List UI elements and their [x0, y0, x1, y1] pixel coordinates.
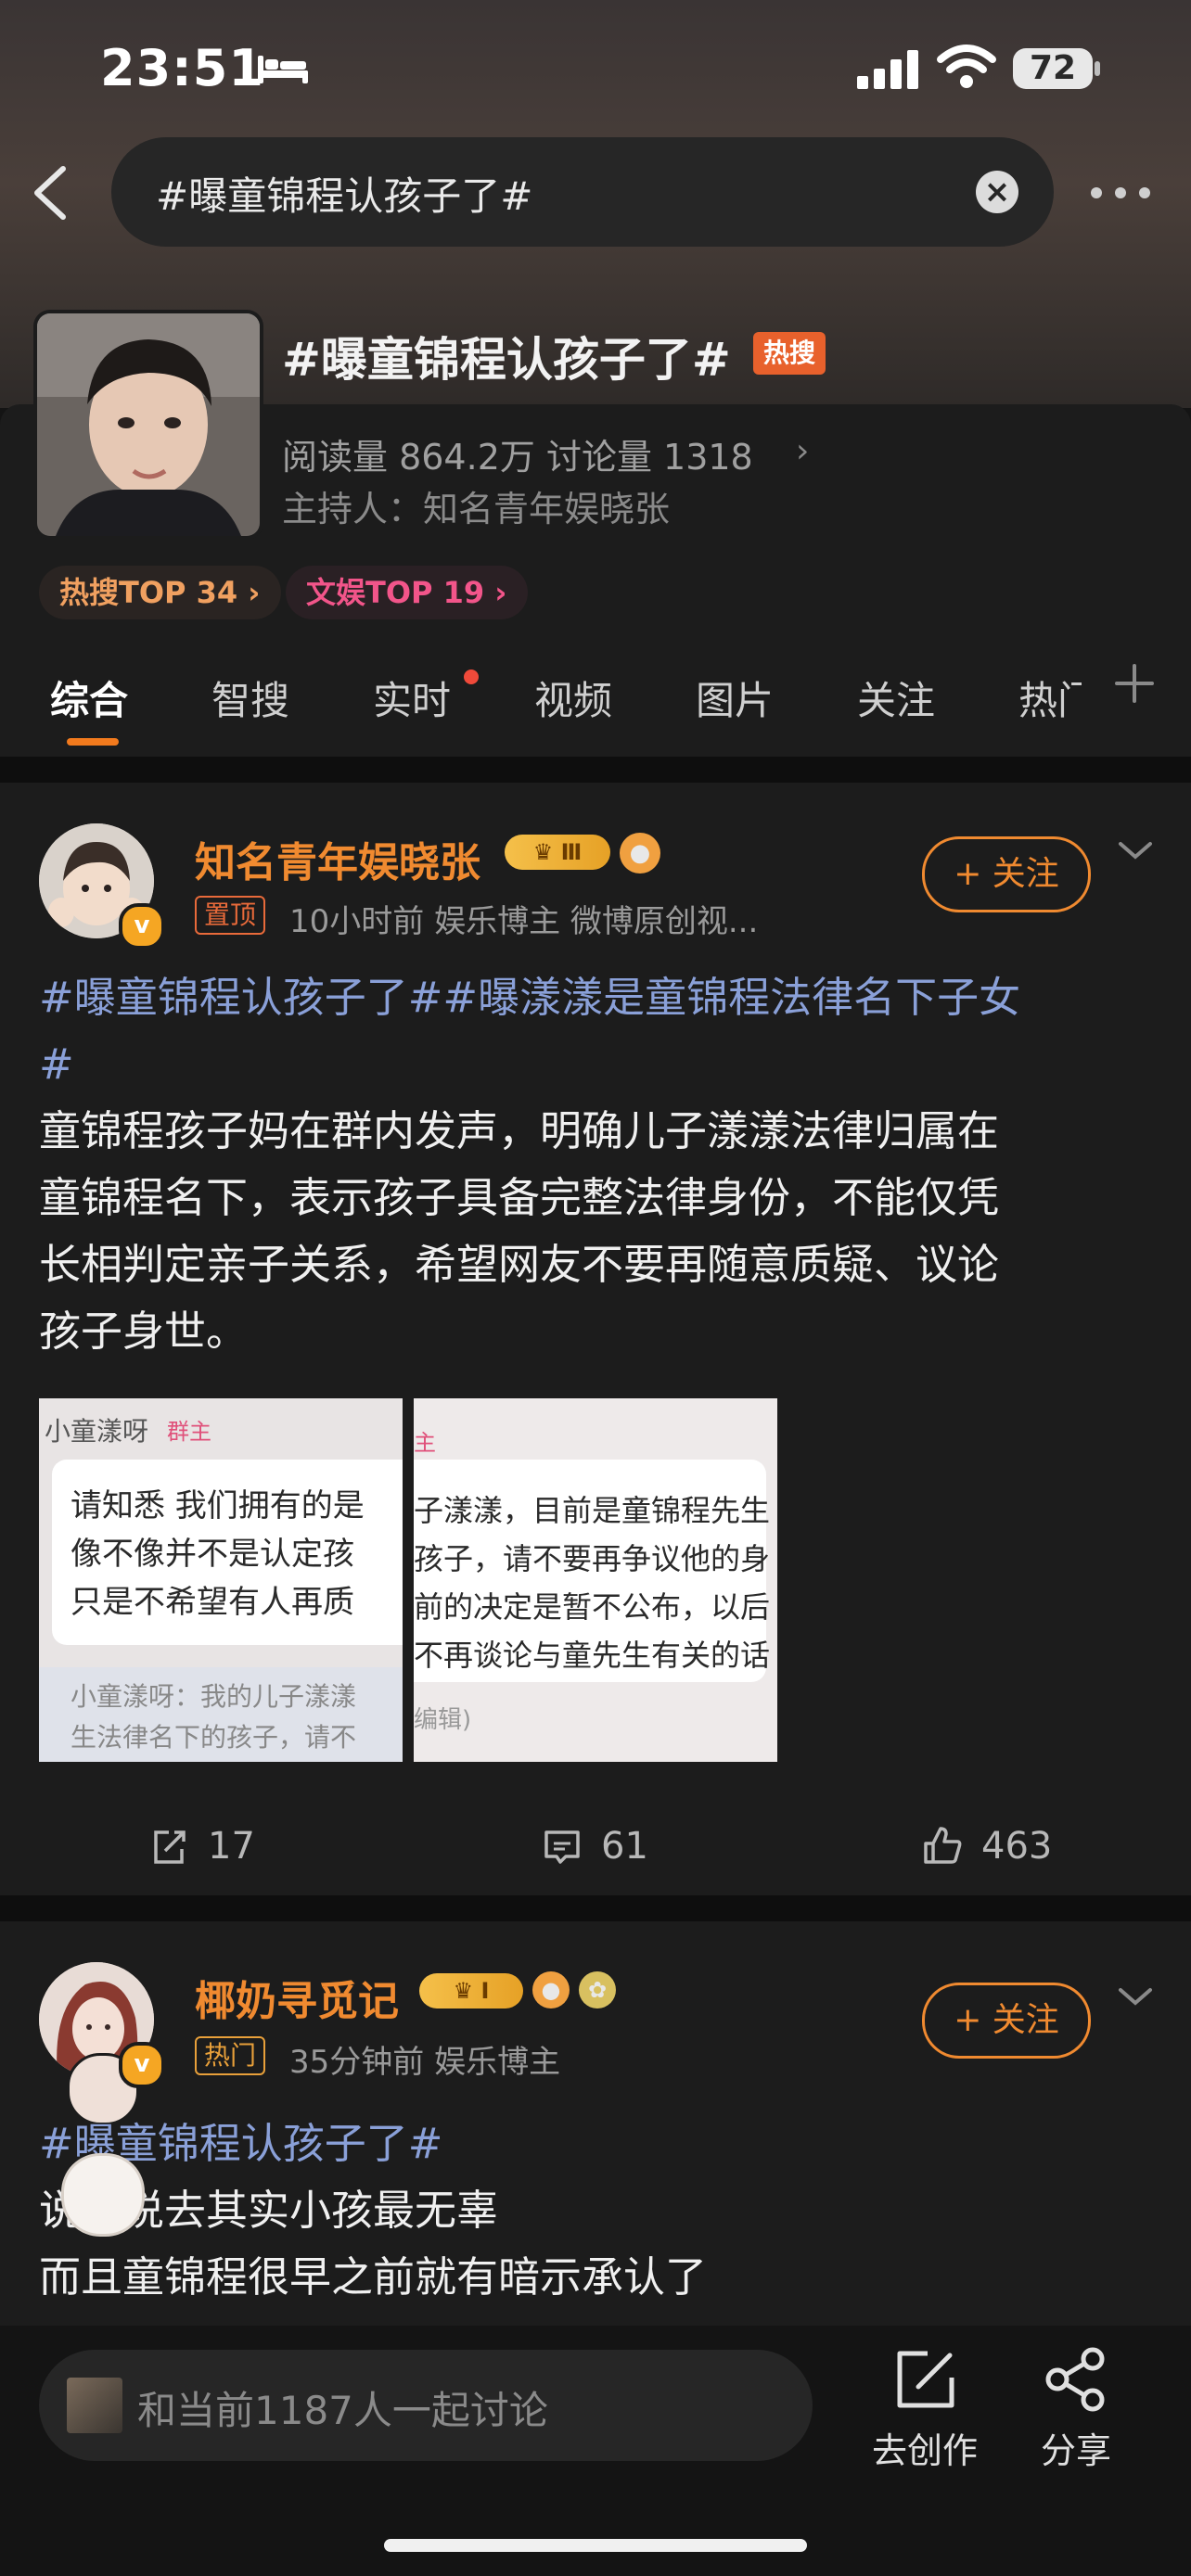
post-body-line: 而且童锦程很早之前就有暗示承认了 — [39, 2252, 708, 2302]
chat-line: 不再谈论与童先生有关的话 — [414, 1638, 771, 1673]
compose-icon[interactable] — [892, 2346, 959, 2413]
tab-comprehensive[interactable]: 综合 — [50, 670, 128, 726]
tab-smart-search[interactable]: 智搜 — [211, 670, 289, 726]
topic-stats[interactable]: 阅读量 864.2万 讨论量 1318 — [282, 428, 753, 479]
quote-line: 生法律名下的孩子，请不 — [70, 1722, 357, 1753]
chat-line: 孩子，请不要再争议他的身 — [414, 1541, 771, 1576]
quote-line: 小童漾呀：我的儿子漾漾 — [70, 1681, 357, 1712]
back-arrow-icon[interactable] — [28, 163, 74, 223]
chat-line: 只是不希望有人再质 — [70, 1584, 354, 1621]
vip-crown-icon: ♛ Ⅲ — [505, 835, 610, 870]
chevron-down-icon[interactable] — [1117, 1983, 1154, 2010]
repost-count[interactable]: 17 — [208, 1825, 255, 1868]
create-label[interactable]: 去创作 — [872, 2422, 978, 2473]
status-time: 23:51 — [100, 39, 264, 97]
user-avatar-thumb — [67, 2378, 122, 2433]
post-body-line: 孩子身世。 — [39, 1307, 249, 1356]
topic-host[interactable]: 主持人：知名青年娱晓张 — [282, 480, 670, 531]
section-divider — [0, 1895, 1191, 1921]
comment-icon[interactable] — [542, 1827, 583, 1868]
hot-search-badge: 热搜 — [753, 332, 826, 375]
chat-role: 群主 — [167, 1419, 211, 1445]
home-indicator[interactable] — [384, 2539, 807, 2552]
author-name[interactable]: 知名青年娱晓张 — [195, 829, 480, 888]
topic-title: #曝童锦程认孩子了# — [282, 333, 731, 387]
chat-footer: 编辑) — [414, 1706, 472, 1734]
chat-line: 子漾漾，目前是童锦程先生 — [414, 1493, 771, 1528]
vip-level: Ⅲ — [560, 839, 583, 865]
tab-realtime[interactable]: 实时 — [373, 670, 451, 726]
post-meta: 35分钟前 娱乐博主 — [289, 2044, 561, 2081]
cellular-signal-icon — [857, 50, 918, 89]
like-count[interactable]: 463 — [981, 1825, 1052, 1868]
tab-images[interactable]: 图片 — [696, 670, 774, 726]
wifi-icon — [937, 45, 996, 88]
post-meta: 10小时前 娱乐博主 微博原创视... — [289, 903, 759, 940]
vip-crown-icon: ♛ I — [419, 1973, 523, 2009]
chat-line: 请知悉 我们拥有的是 — [70, 1487, 365, 1524]
floating-sticker[interactable] — [61, 2153, 145, 2237]
chat-sender: 小童漾呀 — [45, 1416, 149, 1447]
chat-role: 主 — [414, 1430, 436, 1456]
tab-video[interactable]: 视频 — [534, 670, 612, 726]
post-image[interactable]: 主 子漾漾，目前是童锦程先生 孩子，请不要再争议他的身 前的决定是暂不公布，以后… — [414, 1398, 777, 1762]
chevron-down-icon[interactable] — [1117, 836, 1154, 864]
verified-badge-icon: v — [119, 903, 165, 950]
section-divider — [0, 757, 1191, 783]
search-input[interactable]: #曝童锦程认孩子了# — [156, 165, 532, 222]
post-body-line: 童锦程孩子妈在群内发声，明确儿子漾漾法律归属在 — [39, 1106, 1000, 1155]
entertainment-rank-pill[interactable]: 文娱TOP 19 › — [286, 566, 528, 619]
new-content-dot — [464, 670, 479, 684]
repost-icon[interactable] — [148, 1827, 189, 1868]
fan-badge-icon: ● — [620, 833, 660, 874]
post-body-line: 长相判定亲子关系，希望网友不要再随意质疑、议论 — [39, 1240, 1000, 1289]
like-icon[interactable] — [920, 1823, 965, 1868]
author-name[interactable]: 椰奶寻觅记 — [195, 1968, 399, 2027]
topic-avatar — [33, 310, 263, 540]
sleep-focus-icon — [258, 56, 308, 83]
hot-search-rank-pill[interactable]: 热搜TOP 34 › — [39, 566, 281, 619]
tab-hot[interactable]: 热门 — [1018, 670, 1082, 725]
vip-level: I — [480, 1978, 490, 2004]
fan-badge-icon: ● — [532, 1971, 570, 2009]
post-hashtag[interactable]: #曝童锦程认孩子了##曝漾漾是童锦程法律名下子女 — [39, 964, 1020, 1031]
post-hashtag-end[interactable]: # — [39, 1031, 74, 1098]
battery-level: 72 — [1029, 49, 1077, 87]
tab-following[interactable]: 关注 — [857, 670, 935, 726]
follow-button[interactable]: + 关注 — [922, 836, 1091, 912]
add-tab-icon[interactable] — [1113, 662, 1156, 705]
discussion-placeholder[interactable]: 和当前1187人一起讨论 — [137, 2379, 548, 2436]
pinned-tag: 置顶 — [195, 896, 266, 935]
share-icon[interactable] — [1043, 2346, 1109, 2413]
clear-search-icon[interactable]: × — [976, 171, 1018, 213]
post-body-line: 童锦程名下，表示孩子具备完整法律身份，不能仅凭 — [39, 1173, 1000, 1222]
share-label[interactable]: 分享 — [1041, 2422, 1111, 2473]
chat-line: 前的决定是暂不公布，以后 — [414, 1589, 771, 1625]
follow-button[interactable]: + 关注 — [922, 1983, 1091, 2059]
verified-badge-icon: v — [119, 2042, 165, 2088]
post-image[interactable]: 小童漾呀 群主 请知悉 我们拥有的是 像不像并不是认定孩 只是不希望有人再质 小… — [39, 1398, 403, 1762]
chat-line: 像不像并不是认定孩 — [70, 1536, 354, 1573]
hot-tag: 热门 — [195, 2036, 266, 2075]
chevron-right-icon[interactable]: › — [796, 432, 809, 470]
comment-count[interactable]: 61 — [601, 1825, 648, 1868]
more-options-icon[interactable] — [1087, 176, 1154, 210]
flower-badge-icon: ✿ — [579, 1971, 616, 2009]
tab-hot-clipped[interactable]: 热门 — [1018, 670, 1082, 725]
active-tab-indicator — [67, 738, 119, 746]
